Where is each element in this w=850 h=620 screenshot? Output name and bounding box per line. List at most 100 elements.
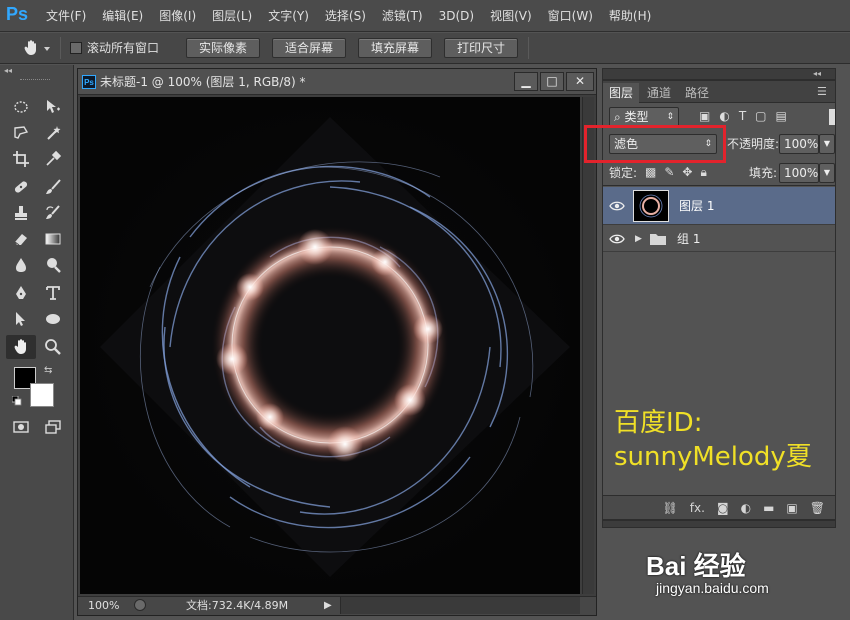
minimize-button[interactable]: ▁ — [514, 72, 538, 91]
eraser-tool-icon[interactable] — [8, 227, 34, 251]
layer-filter-dropdown[interactable]: ⌕ 类型 ⇕ — [609, 107, 679, 127]
fill-screen-button[interactable]: 填充屏幕 — [358, 38, 432, 58]
default-colors-icon[interactable] — [11, 395, 22, 406]
zoom-tool-icon[interactable] — [40, 335, 66, 359]
adjustment-layer-icon[interactable]: ◐ — [741, 501, 751, 515]
add-mask-icon[interactable]: ◙ — [717, 501, 729, 515]
menu-edit[interactable]: 编辑(E) — [94, 0, 151, 32]
link-layers-icon[interactable]: ⛓︎ — [663, 501, 678, 515]
lasso-tool-icon[interactable] — [8, 121, 34, 145]
tab-paths[interactable]: 路径 — [679, 83, 715, 103]
fill-input[interactable]: 100% — [779, 163, 819, 183]
opacity-dropdown-arrow-icon[interactable]: ▼ — [819, 134, 835, 154]
menu-layer[interactable]: 图层(L) — [204, 0, 260, 32]
tools-panel: ◂◂ ⇆ — [0, 65, 74, 620]
divider — [603, 185, 835, 186]
close-button[interactable]: ✕ — [566, 72, 594, 91]
document-size-info: 文档:732.4K/4.89M — [186, 599, 289, 612]
healing-brush-tool-icon[interactable] — [8, 175, 34, 199]
layer-name[interactable]: 图层 1 — [679, 197, 714, 215]
fill-dropdown-arrow-icon[interactable]: ▼ — [819, 163, 835, 183]
dodge-tool-icon[interactable] — [40, 253, 66, 277]
eyedropper-tool-icon[interactable] — [40, 147, 66, 171]
quick-mask-icon[interactable] — [8, 415, 34, 439]
opacity-input[interactable]: 100% — [779, 134, 819, 154]
path-selection-tool-icon[interactable] — [8, 307, 34, 331]
tab-layers[interactable]: 图层 — [603, 83, 640, 103]
brush-tool-icon[interactable] — [40, 175, 66, 199]
new-group-icon[interactable]: ▬ — [763, 501, 774, 515]
menu-view[interactable]: 视图(V) — [482, 0, 540, 32]
status-menu-arrow-icon[interactable]: ▶ — [324, 599, 336, 613]
baidu-jingyan-logo: Bai 经验 — [646, 551, 746, 581]
lock-transparent-icon[interactable]: ▩ — [645, 165, 656, 181]
blur-tool-icon[interactable] — [8, 253, 34, 277]
menu-3d[interactable]: 3D(D) — [431, 0, 482, 32]
baidu-jingyan-url: jingyan.baidu.com — [656, 580, 769, 596]
status-info-icon[interactable] — [134, 599, 146, 611]
collapse-arrows-icon[interactable]: ◂◂ — [4, 67, 16, 75]
menu-select[interactable]: 选择(S) — [317, 0, 374, 32]
watermark-line1: 百度ID: — [614, 408, 703, 438]
menu-window[interactable]: 窗口(W) — [540, 0, 601, 32]
canvas[interactable] — [80, 97, 580, 594]
group-expand-arrow-icon[interactable]: ▶ — [635, 232, 642, 246]
menu-help[interactable]: 帮助(H) — [601, 0, 659, 32]
hand-tool-preset-icon[interactable] — [20, 38, 54, 58]
swap-colors-icon[interactable]: ⇆ — [44, 365, 56, 377]
crop-tool-icon[interactable] — [8, 147, 34, 171]
panel-collapse-icon[interactable]: ◂◂ — [813, 69, 821, 79]
lock-position-icon[interactable]: ✥ — [682, 165, 692, 181]
gradient-tool-icon[interactable] — [40, 227, 66, 251]
shape-filter-icon[interactable]: ▢ — [755, 109, 766, 127]
panel-menu-icon[interactable]: ☰ — [817, 85, 827, 98]
screen-mode-icon[interactable] — [40, 415, 66, 439]
ellipse-shape-tool-icon[interactable] — [40, 307, 66, 331]
panel-resize-grip[interactable] — [602, 520, 836, 528]
watermark-line2: sunnyMelody夏 — [614, 442, 812, 472]
lock-all-icon[interactable]: 🔒︎ — [700, 165, 706, 181]
new-layer-icon[interactable]: ▣ — [786, 501, 797, 515]
delete-layer-icon[interactable]: 🗑︎ — [810, 501, 825, 515]
type-tool-icon[interactable] — [40, 281, 66, 305]
marquee-tool-icon[interactable] — [8, 95, 34, 119]
actual-pixels-button[interactable]: 实际像素 — [186, 38, 260, 58]
horizontal-scrollbar[interactable] — [340, 597, 580, 614]
maximize-button[interactable]: □ — [540, 72, 564, 91]
filter-toggle[interactable] — [829, 109, 835, 125]
menu-filter[interactable]: 滤镜(T) — [374, 0, 431, 32]
document-title: 未标题-1 @ 100% (图层 1, RGB/8) * — [100, 75, 306, 89]
magic-wand-tool-icon[interactable] — [40, 121, 66, 145]
menu-type[interactable]: 文字(Y) — [260, 0, 317, 32]
hand-tool-icon[interactable] — [6, 335, 36, 359]
lock-icons: ▩ ✎ ✥ 🔒︎ — [645, 165, 729, 181]
visibility-eye-icon[interactable] — [609, 231, 625, 247]
type-filter-icon[interactable]: T — [739, 109, 746, 127]
tab-channels[interactable]: 通道 — [641, 83, 677, 103]
layer-name[interactable]: 组 1 — [677, 230, 700, 248]
baidu-id-watermark: 百度ID: sunnyMelody夏 — [614, 406, 812, 474]
background-color-swatch[interactable] — [30, 383, 54, 407]
vertical-scrollbar[interactable] — [582, 97, 594, 594]
menu-image[interactable]: 图像(I) — [151, 0, 204, 32]
smart-object-filter-icon[interactable]: ▤ — [776, 109, 787, 127]
menu-file[interactable]: 文件(F) — [38, 0, 94, 32]
layer-style-fx-icon[interactable]: fx. — [690, 501, 705, 515]
visibility-eye-icon[interactable] — [609, 198, 625, 214]
layer-row-layer1[interactable]: 图层 1 — [603, 187, 835, 225]
folder-icon — [649, 231, 667, 247]
clone-stamp-tool-icon[interactable] — [8, 201, 34, 225]
layer-row-group1[interactable]: ▶ 组 1 — [603, 226, 835, 252]
history-brush-tool-icon[interactable] — [40, 201, 66, 225]
lock-image-icon[interactable]: ✎ — [664, 165, 674, 181]
pen-tool-icon[interactable] — [8, 281, 34, 305]
print-size-button[interactable]: 打印尺寸 — [444, 38, 518, 58]
fit-screen-button[interactable]: 适合屏幕 — [272, 38, 346, 58]
move-tool-icon[interactable] — [40, 95, 66, 119]
dropdown-arrow-icon: ⇕ — [666, 112, 674, 122]
filter-kind-label: 类型 — [624, 110, 649, 124]
zoom-level[interactable]: 100% — [88, 599, 119, 613]
separator — [60, 37, 61, 59]
scroll-all-windows-checkbox[interactable] — [70, 42, 82, 54]
document-titlebar[interactable]: Ps 未标题-1 @ 100% (图层 1, RGB/8) * ▁ □ ✕ — [78, 69, 596, 95]
